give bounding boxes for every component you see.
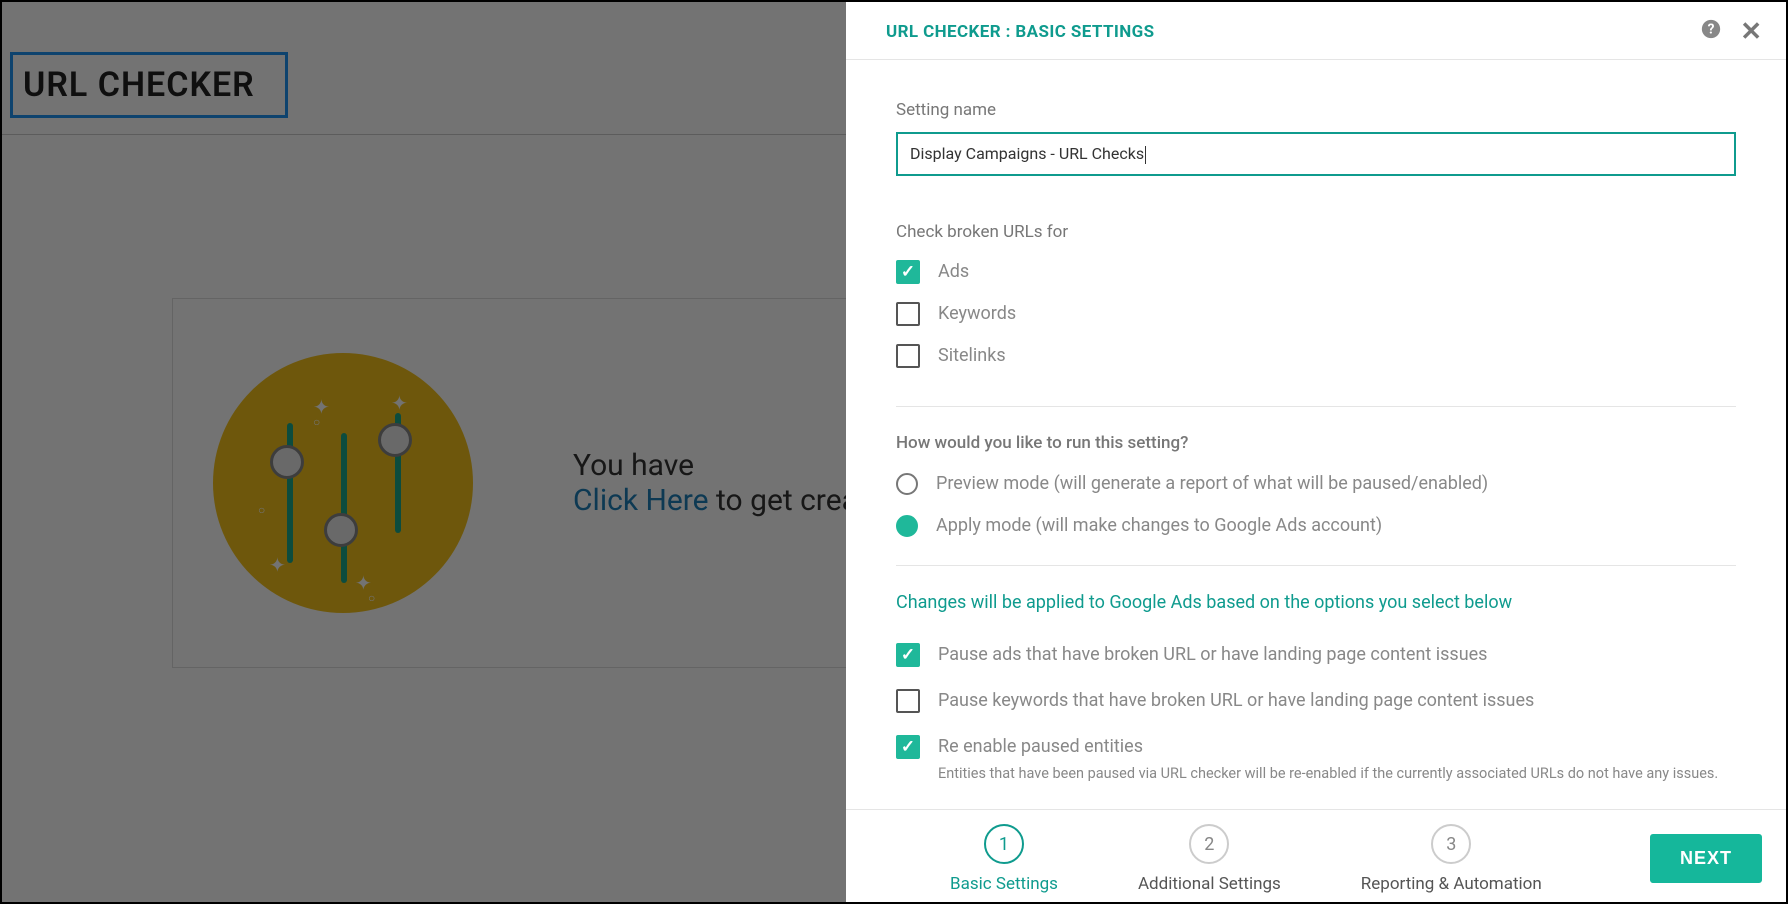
checkbox-row-ads: Ads <box>896 260 1736 284</box>
step-basic-settings[interactable]: 1 Basic Settings <box>950 824 1058 894</box>
step-3-label: Reporting & Automation <box>1361 874 1542 894</box>
apply-info-text: Changes will be applied to Google Ads ba… <box>896 592 1736 613</box>
checkbox-keywords[interactable] <box>896 302 920 326</box>
checkbox-row-reenable: Re enable paused entities <box>896 735 1736 759</box>
checkbox-row-sitelinks: Sitelinks <box>896 344 1736 368</box>
panel-body: Setting name Display Campaigns - URL Che… <box>846 60 1786 809</box>
checkbox-reenable[interactable] <box>896 735 920 759</box>
setting-name-input[interactable]: Display Campaigns - URL Checks <box>896 132 1736 176</box>
reenable-note: Entities that have been paused via URL c… <box>938 765 1736 782</box>
panel-title: URL CHECKER : BASIC SETTINGS <box>886 22 1155 42</box>
radio-apply-mode[interactable] <box>896 515 918 537</box>
checkbox-row-pause-keywords: Pause keywords that have broken URL or h… <box>896 689 1736 713</box>
setting-name-value: Display Campaigns - URL Checks <box>910 144 1144 163</box>
step-additional-settings[interactable]: 2 Additional Settings <box>1138 824 1281 894</box>
checkbox-row-pause-ads: Pause ads that have broken URL or have l… <box>896 643 1736 667</box>
step-2-label: Additional Settings <box>1138 874 1281 894</box>
radio-row-preview: Preview mode (will generate a report of … <box>896 473 1736 495</box>
step-reporting-automation[interactable]: 3 Reporting & Automation <box>1361 824 1542 894</box>
close-icon[interactable]: ✕ <box>1740 19 1762 45</box>
panel-header: URL CHECKER : BASIC SETTINGS ? ✕ <box>846 2 1786 60</box>
checkbox-pause-ads[interactable] <box>896 643 920 667</box>
svg-text:?: ? <box>1708 22 1715 38</box>
radio-preview-mode[interactable] <box>896 473 918 495</box>
checkbox-pause-ads-label: Pause ads that have broken URL or have l… <box>938 644 1487 665</box>
checkbox-sitelinks-label: Sitelinks <box>938 345 1006 366</box>
radio-apply-label: Apply mode (will make changes to Google … <box>936 515 1382 536</box>
checkbox-ads[interactable] <box>896 260 920 284</box>
checkbox-ads-label: Ads <box>938 261 969 282</box>
radio-row-apply: Apply mode (will make changes to Google … <box>896 515 1736 537</box>
check-for-label: Check broken URLs for <box>896 222 1736 242</box>
checkbox-pause-keywords-label: Pause keywords that have broken URL or h… <box>938 690 1534 711</box>
settings-panel: URL CHECKER : BASIC SETTINGS ? ✕ Setting… <box>846 2 1786 902</box>
run-mode-label: How would you like to run this setting? <box>896 433 1736 453</box>
checkbox-row-keywords: Keywords <box>896 302 1736 326</box>
step-1-label: Basic Settings <box>950 874 1058 894</box>
step-3-circle: 3 <box>1431 824 1471 864</box>
radio-preview-label: Preview mode (will generate a report of … <box>936 473 1488 494</box>
text-cursor <box>1145 146 1146 164</box>
checkbox-keywords-label: Keywords <box>938 303 1016 324</box>
checkbox-pause-keywords[interactable] <box>896 689 920 713</box>
stepper: 1 Basic Settings 2 Additional Settings 3… <box>950 824 1542 894</box>
setting-name-label: Setting name <box>896 100 1736 120</box>
checkbox-reenable-label: Re enable paused entities <box>938 736 1143 757</box>
step-1-circle: 1 <box>984 824 1024 864</box>
checkbox-sitelinks[interactable] <box>896 344 920 368</box>
panel-footer: 1 Basic Settings 2 Additional Settings 3… <box>846 809 1786 902</box>
next-button[interactable]: NEXT <box>1650 834 1762 883</box>
help-icon[interactable]: ? <box>1700 18 1722 45</box>
step-2-circle: 2 <box>1189 824 1229 864</box>
